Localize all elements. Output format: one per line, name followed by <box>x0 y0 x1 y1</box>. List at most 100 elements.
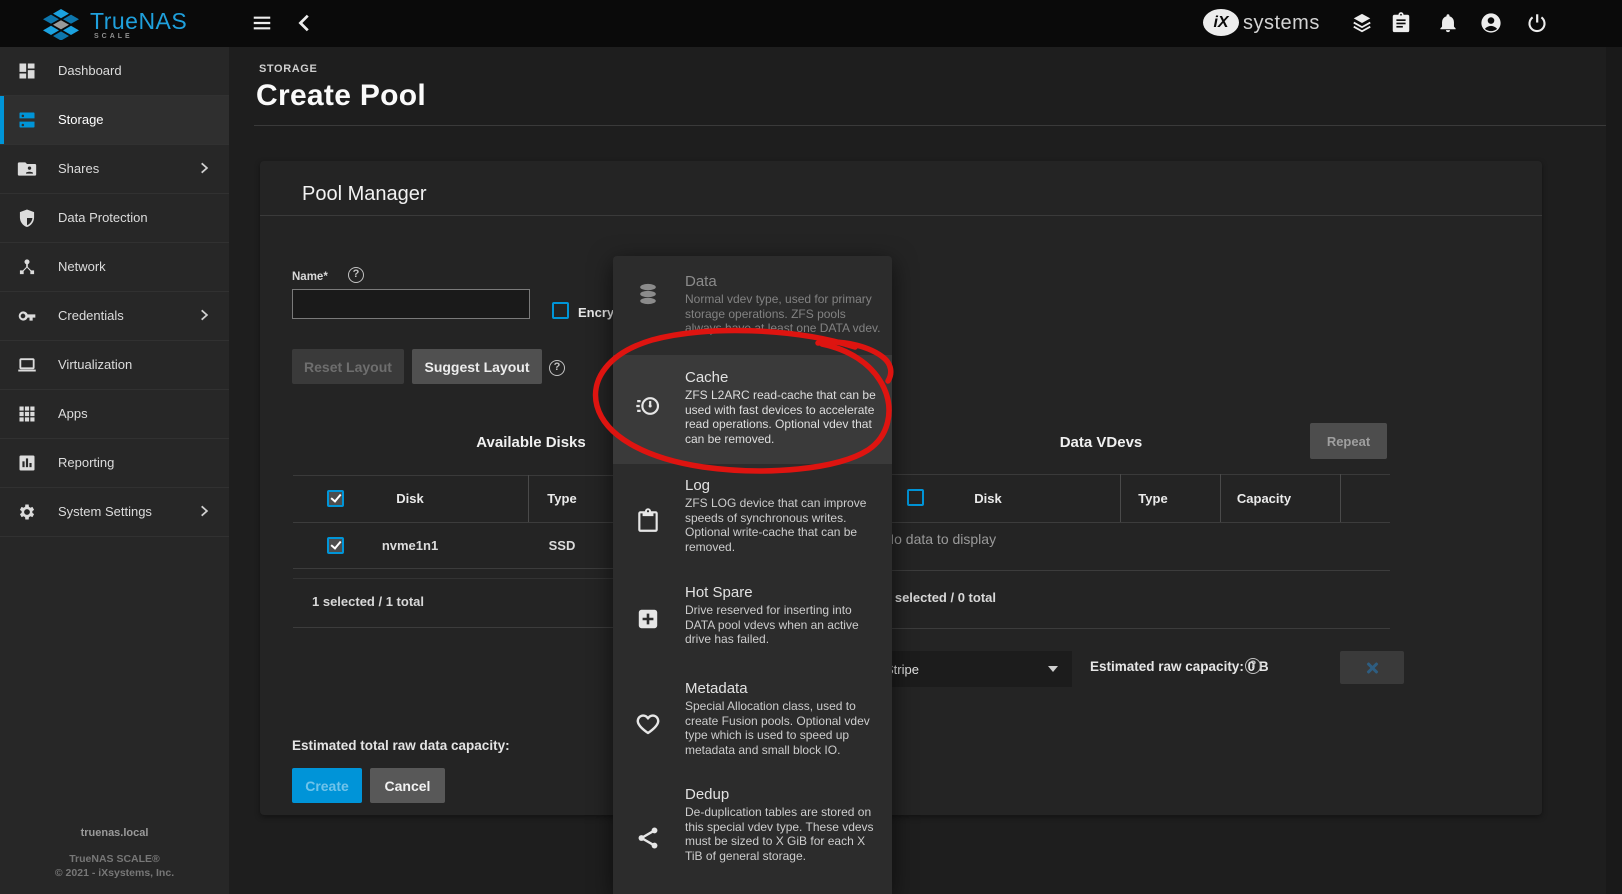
menu-item-title: Hot Spare <box>685 584 753 601</box>
sidebar-item-shares[interactable]: Shares <box>0 145 229 194</box>
menu-item-data[interactable]: Data Normal vdev type, used for primary … <box>613 256 892 355</box>
vdev-type-menu: Data Normal vdev type, used for primary … <box>613 256 892 894</box>
table-line <box>866 522 1390 523</box>
notifications-icon[interactable] <box>1437 12 1459 34</box>
vdev-layout-select[interactable]: Stripe <box>875 651 1072 687</box>
sidebar-label: Virtualization <box>58 357 132 372</box>
add-vdev-button[interactable] <box>1340 651 1404 684</box>
power-icon[interactable] <box>1526 12 1548 34</box>
repeat-button[interactable]: Repeat <box>1310 423 1387 459</box>
dashboard-icon <box>17 61 37 81</box>
disk-row-checkbox[interactable] <box>327 537 344 554</box>
data-vdevs-summary: 0 selected / 0 total <box>884 590 996 605</box>
table-line <box>866 570 1390 571</box>
sidebar-label: System Settings <box>58 504 152 519</box>
sidebar-item-dashboard[interactable]: Dashboard <box>0 47 229 96</box>
product-version: TrueNAS SCALE® <box>0 853 229 865</box>
heart-icon <box>635 711 661 737</box>
header-divider <box>254 125 1606 126</box>
sidebar-item-system-settings[interactable]: System Settings <box>0 488 229 537</box>
copyright: © 2021 - iXsystems, Inc. <box>0 867 229 879</box>
column-header-type[interactable]: Type <box>1123 491 1183 506</box>
vdev-select-all-checkbox[interactable] <box>907 489 924 506</box>
truenas-logo-icon <box>36 6 86 40</box>
breadcrumb[interactable]: STORAGE <box>259 63 317 75</box>
menu-item-desc: Special Allocation class, used to create… <box>685 699 883 757</box>
sidebar-item-apps[interactable]: Apps <box>0 390 229 439</box>
sidebar: Dashboard Storage Shares Data Protection… <box>0 47 229 894</box>
menu-item-desc: ZFS LOG device that can improve speeds o… <box>685 496 883 554</box>
table-column-divider <box>528 475 529 522</box>
topbar: TrueNAS SCALE iX systems <box>0 0 1622 47</box>
name-help-icon[interactable] <box>348 267 364 283</box>
menu-item-title: Data <box>685 273 717 290</box>
layout-help-icon[interactable] <box>549 360 565 376</box>
page-title: Create Pool <box>256 79 426 113</box>
sidebar-item-reporting[interactable]: Reporting <box>0 439 229 488</box>
chevron-right-icon <box>197 504 211 518</box>
network-icon <box>17 257 37 277</box>
sidebar-label: Apps <box>58 406 88 421</box>
truecommand-icon[interactable] <box>1351 12 1373 34</box>
table-column-divider <box>1340 474 1341 522</box>
chevron-right-icon <box>197 161 211 175</box>
tasks-icon[interactable] <box>1390 12 1412 34</box>
menu-item-title: Dedup <box>685 786 729 803</box>
cancel-button[interactable]: Cancel <box>370 768 445 803</box>
menu-item-title: Metadata <box>685 680 748 697</box>
sidebar-item-storage[interactable]: Storage <box>0 96 229 145</box>
brand-name: TrueNAS <box>90 8 187 35</box>
estimated-total-label: Estimated total raw data capacity: <box>292 738 510 753</box>
menu-item-desc: De-duplication tables are stored on this… <box>685 805 883 863</box>
pool-name-input[interactable] <box>292 289 530 319</box>
sidebar-item-network[interactable]: Network <box>0 243 229 292</box>
sidebar-item-credentials[interactable]: Credentials <box>0 292 229 341</box>
disk-row-type: SSD <box>532 538 592 553</box>
menu-item-metadata[interactable]: Metadata Special Allocation class, used … <box>613 664 892 770</box>
sidebar-label: Network <box>58 259 106 274</box>
gear-icon <box>17 502 37 522</box>
apps-icon <box>17 404 37 424</box>
table-line <box>866 474 1390 475</box>
available-disks-select-all-checkbox[interactable] <box>327 490 344 507</box>
back-icon[interactable] <box>294 12 316 34</box>
data-vdevs-title: Data VDevs <box>951 434 1251 451</box>
scrollbar-track[interactable] <box>1606 47 1622 894</box>
column-header-capacity[interactable]: Capacity <box>1214 491 1314 506</box>
reset-layout-button[interactable]: Reset Layout <box>292 349 404 384</box>
column-header-type[interactable]: Type <box>532 491 592 506</box>
menu-item-desc: Normal vdev type, used for primary stora… <box>685 292 883 336</box>
sidebar-item-data-protection[interactable]: Data Protection <box>0 194 229 243</box>
key-icon <box>17 306 37 326</box>
timer-icon <box>635 393 661 419</box>
suggest-layout-button[interactable]: Suggest Layout <box>412 349 542 384</box>
disk-row-name: nvme1n1 <box>360 538 460 553</box>
account-icon[interactable] <box>1480 12 1502 34</box>
menu-item-cache[interactable]: Cache ZFS L2ARC read-cache that can be u… <box>613 355 892 464</box>
name-field-label: Name* <box>292 271 328 283</box>
pool-manager-card <box>260 161 1542 815</box>
encryption-checkbox[interactable] <box>552 302 569 319</box>
sidebar-label: Shares <box>58 161 99 176</box>
menu-item-log[interactable]: Log ZFS LOG device that can improve spee… <box>613 464 892 566</box>
chevron-down-icon <box>1048 666 1058 672</box>
card-title: Pool Manager <box>302 183 427 206</box>
menu-item-hot-spare[interactable]: Hot Spare Drive reserved for inserting i… <box>613 566 892 664</box>
capacity-help-icon[interactable] <box>1245 658 1261 674</box>
menu-item-desc: Drive reserved for inserting into DATA p… <box>685 603 883 647</box>
menu-icon[interactable] <box>251 12 273 34</box>
column-header-disk[interactable]: Disk <box>938 491 1038 506</box>
sidebar-label: Storage <box>58 112 104 127</box>
sidebar-label: Credentials <box>58 308 124 323</box>
create-button[interactable]: Create <box>292 768 362 803</box>
ixsystems-wordmark: systems <box>1243 12 1320 35</box>
hostname: truenas.local <box>0 827 229 839</box>
column-header-disk[interactable]: Disk <box>360 491 460 506</box>
menu-item-dedup[interactable]: Dedup De-duplication tables are stored o… <box>613 770 892 894</box>
sidebar-item-virtualization[interactable]: Virtualization <box>0 341 229 390</box>
ixsystems-mark: iX <box>1213 14 1228 32</box>
menu-item-title: Log <box>685 477 710 494</box>
empty-table-text: No data to display <box>884 531 996 547</box>
card-title-divider <box>260 215 1542 216</box>
chevron-right-icon <box>197 308 211 322</box>
